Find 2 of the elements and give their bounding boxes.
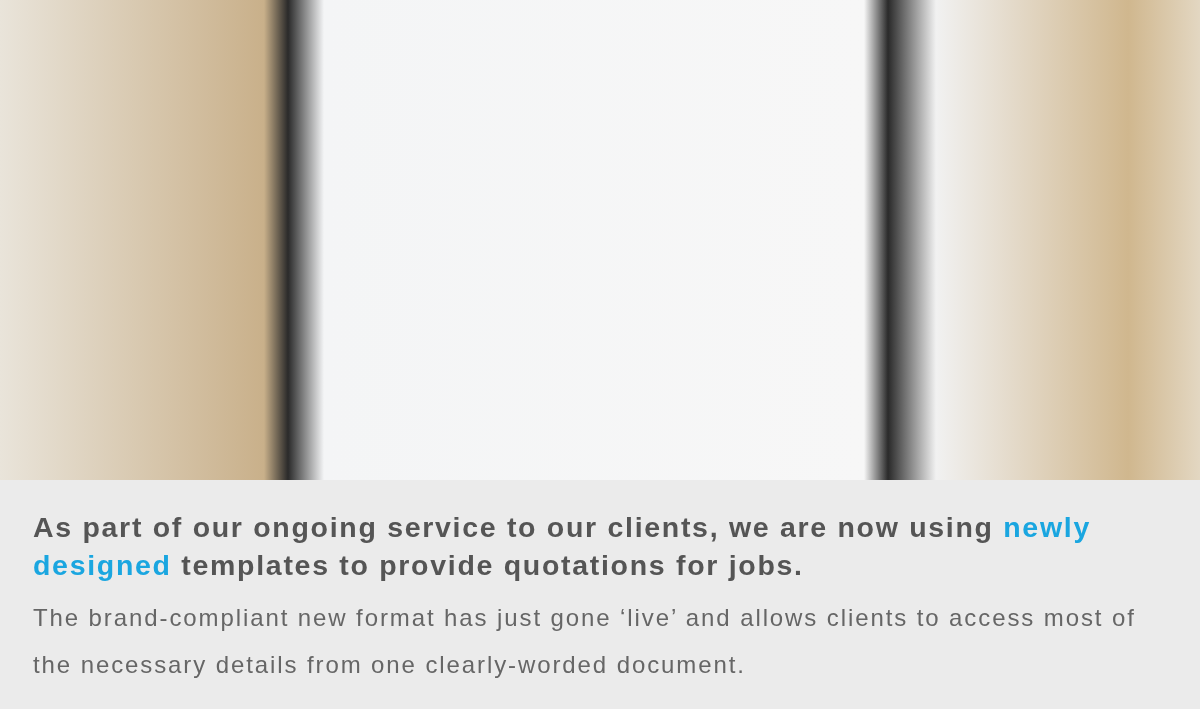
intro-paragraph: The brand-compliant new format has just gone ‘live’ and allows clients to access most of the necessary details from one clearly-worded document. [33,603,1137,680]
intro-headline: As part of our ongoing service to our clients, we are now using newly designed templates to provide quotations for jobs. [33,510,1092,583]
